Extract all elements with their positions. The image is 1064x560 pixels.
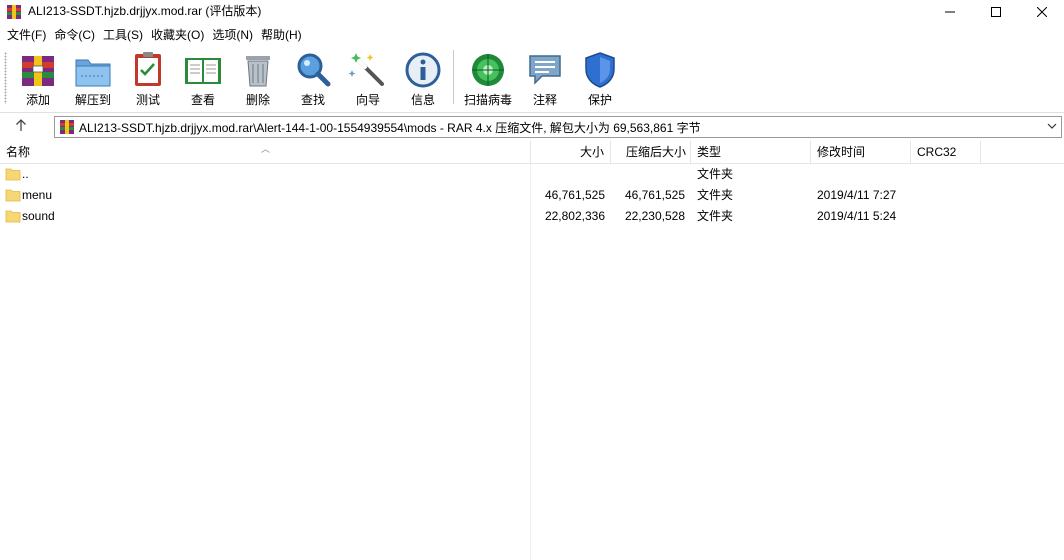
menu-favorites[interactable]: 收藏夹(O) — [148, 25, 207, 45]
wizard-button[interactable]: 向导 — [341, 48, 395, 108]
folder-icon — [5, 189, 21, 202]
column-modified[interactable]: 修改时间 — [811, 141, 911, 163]
view-button[interactable]: 查看 — [176, 48, 230, 108]
arrow-up-icon — [16, 119, 26, 131]
column-header: 名称 ︿ 大小 压缩后大小 类型 修改时间 CRC32 — [0, 141, 1064, 164]
minimize-button[interactable] — [927, 0, 973, 24]
find-icon — [297, 53, 331, 87]
column-name[interactable]: 名称 ︿ — [0, 141, 531, 163]
wizard-icon — [348, 53, 384, 86]
close-button[interactable] — [1019, 0, 1064, 24]
add-button[interactable]: 添加 — [11, 48, 65, 108]
file-name: sound — [22, 209, 55, 223]
test-button[interactable]: 测试 — [121, 48, 175, 108]
column-type[interactable]: 类型 — [691, 141, 811, 163]
toolbar-separator — [453, 50, 454, 104]
virus-scan-label: 扫描病毒 — [463, 93, 512, 107]
column-size[interactable]: 大小 — [531, 141, 611, 163]
add-label: 添加 — [25, 93, 50, 107]
menu-bar: 文件(F) 命令(C) 工具(S) 收藏夹(O) 选项(N) 帮助(H) — [0, 24, 1064, 46]
maximize-icon — [991, 7, 1001, 17]
info-icon — [405, 52, 441, 88]
delete-icon — [246, 56, 270, 87]
protect-label: 保护 — [587, 93, 612, 107]
extract-to-button[interactable]: 解压到 — [66, 48, 120, 108]
wizard-label: 向导 — [355, 93, 380, 107]
file-row-parent[interactable]: .. 文件夹 — [0, 164, 1064, 185]
extract-to-label: 解压到 — [74, 93, 111, 107]
delete-label: 删除 — [245, 93, 270, 107]
column-name-label: 名称 — [6, 145, 31, 159]
maximize-button[interactable] — [973, 0, 1019, 24]
file-packed-size — [611, 164, 685, 185]
file-type: 文件夹 — [697, 209, 734, 223]
folder-icon — [5, 168, 21, 181]
folder-icon — [5, 210, 21, 223]
sort-ascending-icon: ︿ — [261, 144, 271, 154]
virus-scan-button[interactable]: 扫描病毒 — [461, 48, 515, 108]
menu-help[interactable]: 帮助(H) — [258, 25, 305, 45]
protect-button[interactable]: 保护 — [573, 48, 627, 108]
file-name: menu — [22, 188, 53, 202]
menu-commands[interactable]: 命令(C) — [51, 25, 98, 45]
file-modified: 2019/4/11 7:27 — [817, 188, 897, 202]
add-archive-icon — [22, 56, 54, 86]
file-packed-size: 46,761,525 — [624, 188, 685, 202]
comment-button[interactable]: 注释 — [518, 48, 572, 108]
file-list[interactable]: .. 文件夹 menu 46,761,525 46,761,525 文件夹 20… — [0, 164, 1064, 560]
comment-label: 注释 — [532, 93, 557, 107]
column-packed-size[interactable]: 压缩后大小 — [611, 141, 691, 163]
address-dropdown[interactable] — [1045, 119, 1059, 135]
delete-button[interactable]: 删除 — [231, 48, 285, 108]
winrar-icon — [7, 5, 21, 19]
file-modified: 2019/4/11 5:24 — [817, 209, 897, 223]
file-row-sound[interactable]: sound 22,802,336 22,230,528 文件夹 2019/4/1… — [0, 206, 1064, 227]
view-label: 查看 — [190, 93, 215, 107]
protect-icon — [585, 52, 615, 88]
rar-archive-icon — [60, 120, 74, 134]
menu-tools[interactable]: 工具(S) — [100, 25, 146, 45]
comment-icon — [529, 55, 561, 85]
file-size — [531, 164, 605, 185]
minimize-icon — [945, 11, 955, 13]
address-field[interactable]: ALI213-SSDT.hjzb.drjjyx.mod.rar\Alert-14… — [54, 116, 1062, 138]
file-packed-size: 22,230,528 — [624, 209, 685, 223]
file-type: 文件夹 — [697, 167, 734, 181]
info-label: 信息 — [410, 93, 435, 107]
find-label: 查找 — [300, 93, 325, 107]
info-button[interactable]: 信息 — [396, 48, 450, 108]
test-label: 测试 — [135, 93, 160, 107]
file-size: 46,761,525 — [544, 188, 605, 202]
toolbar: 添加 解压到 测试 查看 删除 查找 向导 信息 扫描病毒 注释 保护 — [0, 46, 1064, 110]
view-icon — [185, 58, 221, 84]
menu-file[interactable]: 文件(F) — [4, 25, 49, 45]
window-title: ALI213-SSDT.hjzb.drjjyx.mod.rar (评估版本) — [28, 4, 262, 18]
toolbar-grip[interactable] — [4, 52, 7, 104]
address-path: ALI213-SSDT.hjzb.drjjyx.mod.rar\Alert-14… — [79, 121, 701, 135]
test-icon — [135, 52, 161, 86]
up-folder-button[interactable] — [8, 117, 34, 137]
address-bar: ALI213-SSDT.hjzb.drjjyx.mod.rar\Alert-14… — [0, 112, 1064, 140]
file-row-menu[interactable]: menu 46,761,525 46,761,525 文件夹 2019/4/11… — [0, 185, 1064, 206]
column-crc32[interactable]: CRC32 — [911, 141, 981, 163]
virus-scan-icon — [472, 54, 504, 86]
close-icon — [1037, 7, 1047, 17]
title-bar: ALI213-SSDT.hjzb.drjjyx.mod.rar (评估版本) — [0, 0, 1064, 24]
menu-options[interactable]: 选项(N) — [209, 25, 256, 45]
chevron-down-icon — [1047, 123, 1057, 129]
extract-to-icon — [75, 59, 111, 87]
file-size: 22,802,336 — [544, 209, 605, 223]
file-type: 文件夹 — [697, 188, 734, 202]
find-button[interactable]: 查找 — [286, 48, 340, 108]
file-name: .. — [22, 167, 29, 181]
